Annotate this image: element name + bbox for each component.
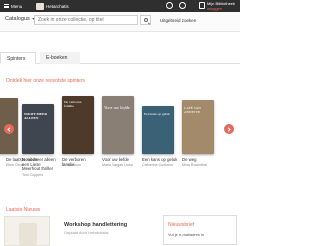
search-icon: [143, 18, 148, 22]
catalog-dropdown[interactable]: Catalogus: [5, 16, 36, 22]
advanced-search-link[interactable]: Uitgebreid zoeken: [160, 18, 196, 23]
news-section-title: Laatste Nieuws: [6, 207, 41, 213]
user-icon[interactable]: [179, 2, 186, 9]
book-author: Catherine Cookson: [142, 163, 173, 167]
catalog-label: Catalogus: [5, 16, 30, 22]
carousel-title: Ontdek hier onze recentste spinters: [6, 78, 85, 84]
news-image[interactable]: [4, 216, 50, 246]
brand[interactable]: Hetarchatis: [36, 2, 69, 10]
book-title[interactable]: Voor uw liefde: [102, 157, 138, 163]
book-author: Mario Vargas Llosa: [102, 163, 133, 167]
chevron-right-icon: [226, 126, 231, 132]
chevron-left-icon: [7, 126, 12, 132]
news-item-title[interactable]: Workshop handlettering: [64, 222, 127, 228]
book-author: Mina Rosenthal: [182, 163, 207, 167]
book-cover[interactable]: CAFÉ VAN ANNETTE: [182, 100, 214, 154]
menu-button[interactable]: Menu: [0, 4, 36, 9]
newsletter-text: Vul je e-mailadres in: [168, 232, 205, 237]
search-bar: Catalogus Uitgebreid zoeken: [0, 12, 240, 32]
newsletter-box: Nieuwsbrief Vul je e-mailadres in: [163, 215, 237, 245]
library-logo-icon: [36, 2, 44, 10]
newsletter-title: Nieuwsbrief: [168, 222, 195, 228]
book-author: Jamie Buon: [62, 163, 81, 167]
tab-spinters[interactable]: Spinters: [0, 52, 36, 64]
top-bar: Menu Hetarchatis Mijn Bibliotheek inlogg…: [0, 0, 240, 12]
book-title[interactable]: Een kans op geluk: [142, 157, 178, 163]
book-author: Toni Coppers: [22, 173, 44, 177]
brand-name: Hetarchatis: [46, 3, 69, 9]
carousel-prev-button[interactable]: [4, 124, 14, 134]
book-cover[interactable]: NOOIT MEER ALLEEN: [22, 104, 54, 154]
login-label: inloggen: [207, 6, 223, 11]
search-input[interactable]: [34, 15, 138, 25]
my-library-link[interactable]: Mijn Bibliotheek inloggen: [199, 1, 235, 11]
book-title[interactable]: De weg: [182, 157, 218, 163]
book-cover[interactable]: De verboren familie: [62, 96, 94, 154]
tab-e-books[interactable]: E-boeken: [40, 52, 80, 64]
book-carousel: De laatste mode Ellen Orval NOOIT MEER A…: [0, 90, 240, 177]
book-cover[interactable]: Een kans op geluk: [142, 106, 174, 154]
carousel-next-button[interactable]: [224, 124, 234, 134]
menu-label: Menu: [11, 3, 23, 9]
tab-bar: Spinters E-boeken: [0, 52, 240, 64]
hamburger-icon: [4, 4, 9, 8]
news-item-meta: Geplaat door Hetarchatis: [64, 230, 109, 235]
book-cover[interactable]: Voor uw liefde: [102, 96, 134, 154]
search-button[interactable]: [140, 15, 151, 25]
help-icon[interactable]: [166, 2, 173, 9]
book-title[interactable]: Nooit meer alleen een Liese Meerhout thr…: [22, 157, 58, 172]
library-icon: [199, 2, 205, 9]
